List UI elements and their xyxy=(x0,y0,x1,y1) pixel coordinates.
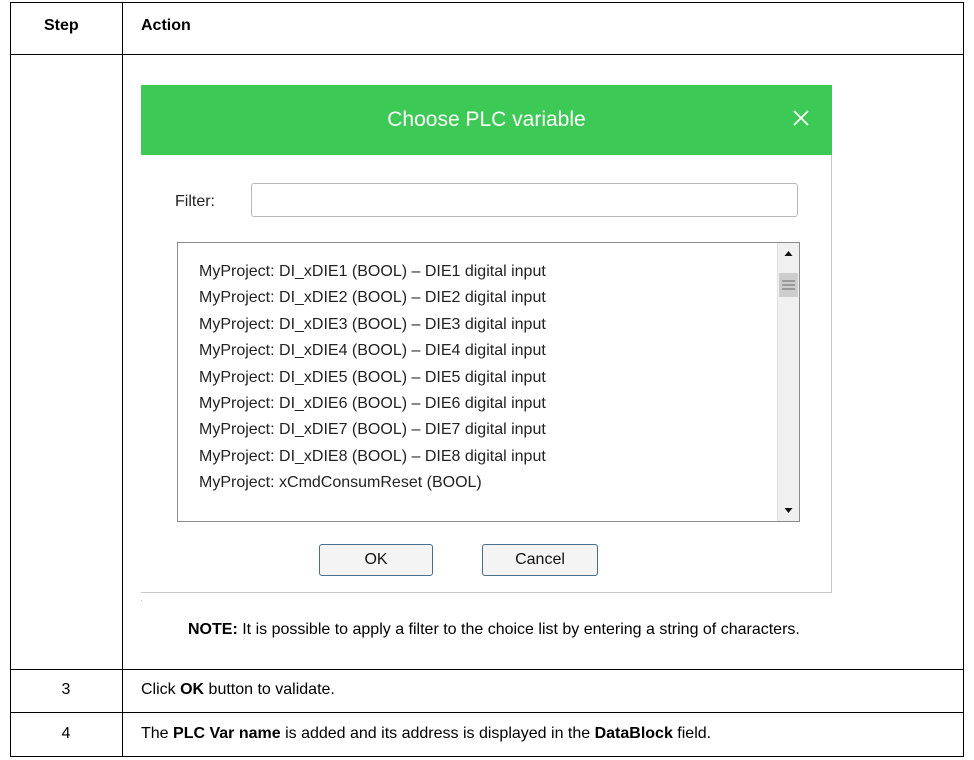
action-text-part: Click xyxy=(141,681,181,698)
list-item[interactable]: MyProject: DI_xDIE8 (BOOL) – DIE8 digita… xyxy=(199,444,546,470)
variable-list[interactable]: MyProject: DI_xDIE1 (BOOL) – DIE1 digita… xyxy=(177,242,800,522)
dialog-title-bar: Choose PLC variable xyxy=(141,85,832,155)
scroll-up-arrow-icon[interactable] xyxy=(778,243,799,265)
step-number: 3 xyxy=(61,681,71,698)
list-item[interactable]: MyProject: DI_xDIE6 (BOOL) – DIE6 digita… xyxy=(199,391,546,417)
table-border-right xyxy=(963,2,964,757)
action-text-part: The xyxy=(141,725,174,742)
action-text-part: is added and its address is displayed in… xyxy=(280,725,595,742)
action-keyword: OK xyxy=(180,681,205,698)
action-keyword: DataBlock xyxy=(594,725,673,742)
list-item[interactable]: MyProject: DI_xDIE4 (BOOL) – DIE4 digita… xyxy=(199,338,546,364)
header-action: Action xyxy=(141,17,191,34)
vertical-scrollbar[interactable] xyxy=(777,243,799,521)
header-step: Step xyxy=(44,17,79,34)
list-item[interactable]: MyProject: DI_xDIE1 (BOOL) – DIE1 digita… xyxy=(199,259,546,285)
dialog-title: Choose PLC variable xyxy=(387,108,586,131)
step-number: 4 xyxy=(61,725,71,742)
action-keyword: PLC Var name xyxy=(173,725,281,742)
list-item[interactable]: MyProject: DI_xDIE7 (BOOL) – DIE7 digita… xyxy=(199,417,546,443)
filter-input[interactable] xyxy=(251,183,798,217)
variable-list-items: MyProject: DI_xDIE1 (BOOL) – DIE1 digita… xyxy=(199,259,546,497)
table-row-rule xyxy=(10,669,964,670)
list-item[interactable]: MyProject: xCmdConsumReset (BOOL) xyxy=(199,470,546,496)
filter-label: Filter: xyxy=(175,193,215,210)
scrollbar-thumb[interactable] xyxy=(779,273,798,297)
table-column-rule xyxy=(122,2,123,757)
choose-plc-variable-dialog: Choose PLC variable Filter: MyProject: D… xyxy=(141,85,832,600)
close-icon[interactable] xyxy=(790,107,812,129)
note-body: It is possible to apply a filter to the … xyxy=(237,621,800,638)
note-label: NOTE: xyxy=(188,621,238,638)
action-text-part: field. xyxy=(672,725,712,742)
action-text: Click OK button to validate. xyxy=(141,681,335,699)
table-row-rule xyxy=(10,712,964,713)
dialog-border xyxy=(141,592,832,593)
table-border-left xyxy=(10,2,11,757)
list-item[interactable]: MyProject: DI_xDIE2 (BOOL) – DIE2 digita… xyxy=(199,285,546,311)
table-border-bottom xyxy=(10,756,964,757)
dialog-border xyxy=(831,155,832,593)
scroll-down-arrow-icon[interactable] xyxy=(778,499,799,521)
list-item[interactable]: MyProject: DI_xDIE3 (BOOL) – DIE3 digita… xyxy=(199,312,546,338)
table-header-rule xyxy=(10,54,964,55)
ok-button[interactable]: OK xyxy=(319,544,433,576)
table-border-top xyxy=(10,2,964,3)
action-text-part: button to validate. xyxy=(204,681,335,698)
list-item[interactable]: MyProject: DI_xDIE5 (BOOL) – DIE5 digita… xyxy=(199,365,546,391)
action-text: The PLC Var name is added and its addres… xyxy=(141,725,711,743)
cancel-button[interactable]: Cancel xyxy=(482,544,598,576)
note-text: NOTE: It is possible to apply a filter t… xyxy=(188,619,878,641)
